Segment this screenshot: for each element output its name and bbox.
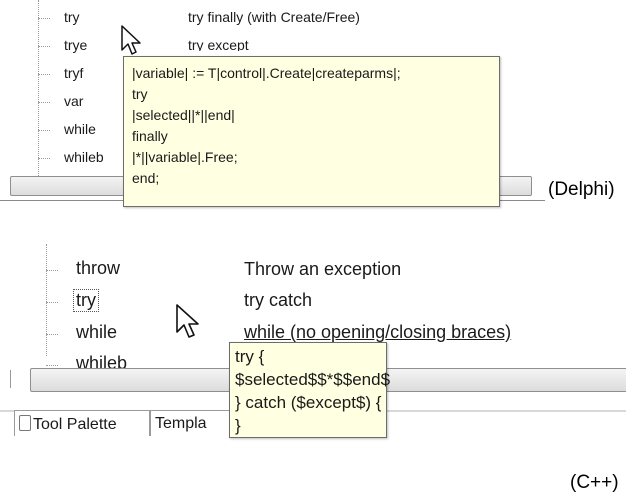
- tab-templates[interactable]: Templa: [150, 410, 230, 436]
- tooltip-line: } catch ($except$) {: [235, 393, 382, 412]
- tool-palette-icon: [19, 415, 31, 431]
- mouse-pointer-icon: [176, 304, 199, 338]
- tab-label: Tool Palette: [33, 416, 117, 433]
- template-preview-tooltip-delphi: |variable| := T|control|.Create|createpa…: [123, 56, 500, 207]
- template-description: Throw an exception: [244, 259, 402, 279]
- tooltip-line: }: [235, 416, 241, 435]
- tooltip-line: |*||variable|.Free;: [132, 149, 238, 165]
- template-description: try finally (with Create/Free): [188, 9, 360, 25]
- scrollbar-left-edge: [10, 370, 11, 388]
- template-item-try[interactable]: try: [46, 289, 186, 314]
- template-preview-tooltip-cpp: try { $selected$$*$$end$ } catch ($excep…: [229, 342, 391, 438]
- tooltip-line: try: [132, 86, 148, 102]
- delphi-caption: (Delphi): [548, 179, 615, 200]
- tooltip-line: end;: [132, 170, 160, 186]
- tooltip-line: |variable| := T|control|.Create|createpa…: [132, 65, 401, 81]
- tooltip-line: try {: [235, 347, 265, 366]
- template-description: while (no opening/closing braces): [244, 322, 512, 342]
- template-description: try catch: [244, 290, 313, 310]
- tooltip-line: |selected||*||end|: [132, 107, 235, 123]
- tooltip-line: $selected$$*$$end$: [235, 370, 391, 389]
- cpp-caption: (C++): [570, 472, 619, 493]
- tooltip-line: finally: [132, 128, 168, 144]
- tab-label: Templa: [155, 415, 207, 432]
- template-item-while[interactable]: while: [46, 322, 186, 346]
- tab-tool-palette[interactable]: Tool Palette: [14, 410, 150, 436]
- template-description: try except: [188, 37, 249, 51]
- mouse-pointer-icon: [121, 25, 141, 55]
- template-item-throw[interactable]: throw: [46, 258, 186, 282]
